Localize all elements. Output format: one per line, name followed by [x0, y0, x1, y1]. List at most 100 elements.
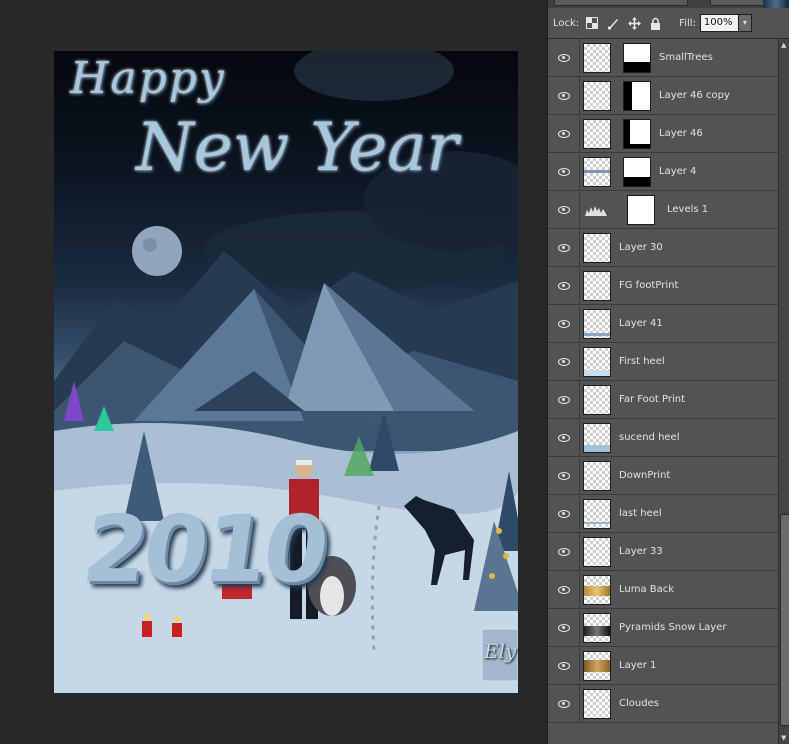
lock-image-pixels-icon[interactable]	[606, 16, 620, 30]
layer-row[interactable]: Layer 46	[548, 115, 778, 153]
panel-tab[interactable]	[554, 0, 688, 6]
visibility-toggle[interactable]	[548, 191, 580, 228]
eye-icon	[557, 91, 570, 100]
visibility-toggle[interactable]	[548, 685, 580, 722]
layer-name: Layer 46 copy	[659, 90, 730, 101]
layer-name: SmallTrees	[659, 52, 713, 63]
layer-name: Layer 30	[619, 242, 663, 253]
layer-mask-thumbnail[interactable]	[623, 156, 651, 187]
layer-name: Layer 46	[659, 128, 703, 139]
visibility-toggle[interactable]	[548, 647, 580, 684]
layer-name: Far Foot Print	[619, 394, 685, 405]
visibility-toggle[interactable]	[548, 495, 580, 532]
signature: Ely	[484, 639, 517, 663]
layers-panel: Lock: Fill: 100% ▾ SmallTrees Layer 46 c…	[547, 0, 789, 744]
layer-thumbnail	[583, 650, 611, 681]
levels-adjustment-icon	[583, 196, 609, 224]
fill-input[interactable]: 100%	[699, 14, 739, 32]
visibility-toggle[interactable]	[548, 115, 580, 152]
layer-thumbnail	[583, 42, 611, 73]
eye-icon	[557, 319, 570, 328]
layers-scrollbar[interactable]: ▲ ▼	[778, 39, 789, 744]
visibility-toggle[interactable]	[548, 533, 580, 570]
layer-row[interactable]: SmallTrees	[548, 39, 778, 77]
moon	[132, 226, 182, 276]
layer-row[interactable]: Layer 33	[548, 533, 778, 571]
layer-name: sucend heel	[619, 432, 680, 443]
eye-icon	[557, 129, 570, 138]
layer-row[interactable]: Layer 46 copy	[548, 77, 778, 115]
layer-thumbnail	[583, 612, 611, 643]
visibility-toggle[interactable]	[548, 343, 580, 380]
layer-mask-thumbnail[interactable]	[623, 80, 651, 111]
layer-row[interactable]: last heel	[548, 495, 778, 533]
layer-row[interactable]: Layer 41	[548, 305, 778, 343]
canvas-workspace[interactable]: Happy New Year 2010 Ely	[0, 0, 547, 744]
eye-icon	[557, 243, 570, 252]
layer-row[interactable]: Layer 30	[548, 229, 778, 267]
layer-row[interactable]: FG footPrint	[548, 267, 778, 305]
document-canvas[interactable]: Happy New Year 2010 Ely	[54, 51, 518, 693]
scroll-up-icon[interactable]: ▲	[781, 41, 786, 49]
visibility-toggle[interactable]	[548, 153, 580, 190]
panel-tab[interactable]	[710, 0, 768, 6]
layer-thumbnail	[583, 80, 611, 111]
visibility-toggle[interactable]	[548, 267, 580, 304]
candle	[142, 621, 152, 637]
layer-row[interactable]: sucend heel	[548, 419, 778, 457]
layer-thumbnail	[583, 232, 611, 263]
layer-row[interactable]: Layer 1	[548, 647, 778, 685]
lock-all-icon[interactable]	[648, 16, 662, 30]
layer-row[interactable]: Cloudes	[548, 685, 778, 723]
layer-name: Cloudes	[619, 698, 659, 709]
lock-bar: Lock: Fill: 100% ▾	[548, 8, 789, 39]
layer-row[interactable]: DownPrint	[548, 457, 778, 495]
visibility-toggle[interactable]	[548, 419, 580, 456]
document-preview-thumbnail	[763, 0, 789, 8]
layer-row[interactable]: Luma Back	[548, 571, 778, 609]
visibility-toggle[interactable]	[548, 305, 580, 342]
layers-list[interactable]: SmallTrees Layer 46 copy Layer 46 Layer …	[548, 39, 778, 744]
visibility-toggle[interactable]	[548, 229, 580, 266]
year-2010-text: 2010	[76, 496, 332, 603]
layer-row[interactable]: Levels 1	[548, 191, 778, 229]
layer-mask-thumbnail[interactable]	[627, 194, 655, 225]
candle-flame	[174, 616, 180, 622]
scroll-down-icon[interactable]: ▼	[781, 734, 786, 742]
layer-name: last heel	[619, 508, 662, 519]
visibility-toggle[interactable]	[548, 457, 580, 494]
layer-row[interactable]: Layer 4	[548, 153, 778, 191]
layer-row[interactable]: Pyramids Snow Layer	[548, 609, 778, 647]
layer-mask-thumbnail[interactable]	[623, 42, 651, 73]
fill-label: Fill:	[679, 17, 696, 29]
lock-position-icon[interactable]	[627, 16, 641, 30]
eye-icon	[557, 205, 570, 214]
layer-name: FG footPrint	[619, 280, 679, 291]
visibility-toggle[interactable]	[548, 609, 580, 646]
lock-transparent-pixels-icon[interactable]	[585, 16, 599, 30]
layer-thumbnail	[583, 118, 611, 149]
layer-row[interactable]: First heel	[548, 343, 778, 381]
layer-name: Layer 41	[619, 318, 663, 329]
visibility-toggle[interactable]	[548, 39, 580, 76]
visibility-toggle[interactable]	[548, 77, 580, 114]
layer-thumbnail	[583, 308, 611, 339]
eye-icon	[557, 585, 570, 594]
eye-icon	[557, 623, 570, 632]
title-happy: Happy	[70, 53, 226, 104]
visibility-toggle[interactable]	[548, 381, 580, 418]
fill-dropdown-icon[interactable]: ▾	[738, 14, 752, 32]
layer-row[interactable]: Far Foot Print	[548, 381, 778, 419]
layer-thumbnail	[583, 422, 611, 453]
layer-thumbnail	[583, 346, 611, 377]
eye-icon	[557, 509, 570, 518]
layer-mask-thumbnail[interactable]	[623, 118, 651, 149]
visibility-toggle[interactable]	[548, 571, 580, 608]
layer-name: DownPrint	[619, 470, 671, 481]
eye-icon	[557, 281, 570, 290]
candle-flame	[144, 614, 150, 620]
layer-name: Layer 33	[619, 546, 663, 557]
scroll-thumb[interactable]	[780, 514, 789, 726]
eye-icon	[557, 699, 570, 708]
layer-thumbnail	[583, 460, 611, 491]
